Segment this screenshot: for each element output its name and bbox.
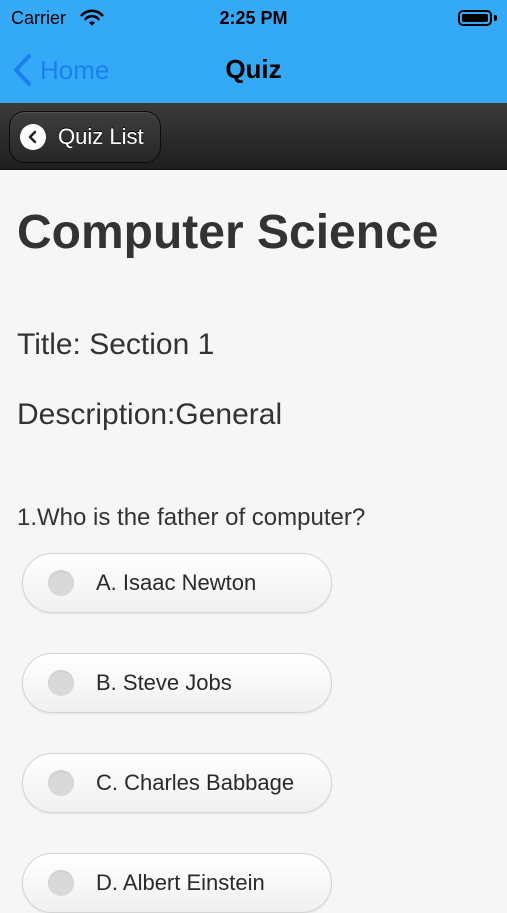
- nav-title: Quiz: [225, 54, 282, 84]
- radio-button-c[interactable]: [48, 770, 74, 796]
- back-arrow-icon: [20, 124, 46, 150]
- quiz-title: Title: Section 1: [17, 328, 215, 361]
- toolbar: Quiz List: [0, 103, 507, 170]
- quiz-list-label: Quiz List: [58, 124, 144, 149]
- status-bar: Carrier 2:25 PM: [0, 0, 507, 36]
- answer-option-c[interactable]: C. Charles Babbage: [22, 753, 332, 813]
- quiz-description: Description:General: [17, 398, 283, 431]
- quiz-list-button[interactable]: Quiz List: [9, 111, 161, 163]
- question-text: 1.Who is the father of computer?: [17, 504, 366, 531]
- answer-label-d: D. Albert Einstein: [96, 870, 265, 895]
- answer-label-a: A. Isaac Newton: [96, 570, 257, 595]
- navigation-bar: Home Quiz: [0, 36, 507, 103]
- radio-button-d[interactable]: [48, 870, 74, 896]
- radio-button-b[interactable]: [48, 670, 74, 696]
- radio-button-a[interactable]: [48, 570, 74, 596]
- battery-tip: [494, 15, 497, 21]
- status-time: 2:25 PM: [219, 8, 288, 28]
- answer-option-b[interactable]: B. Steve Jobs: [22, 653, 332, 713]
- answer-option-d[interactable]: D. Albert Einstein: [22, 853, 332, 913]
- answer-label-b: B. Steve Jobs: [96, 670, 232, 695]
- subject-heading: Computer Science: [17, 206, 439, 259]
- answer-label-c: C. Charles Babbage: [96, 770, 295, 795]
- answer-option-a[interactable]: A. Isaac Newton: [22, 553, 332, 613]
- battery-icon: [458, 10, 492, 26]
